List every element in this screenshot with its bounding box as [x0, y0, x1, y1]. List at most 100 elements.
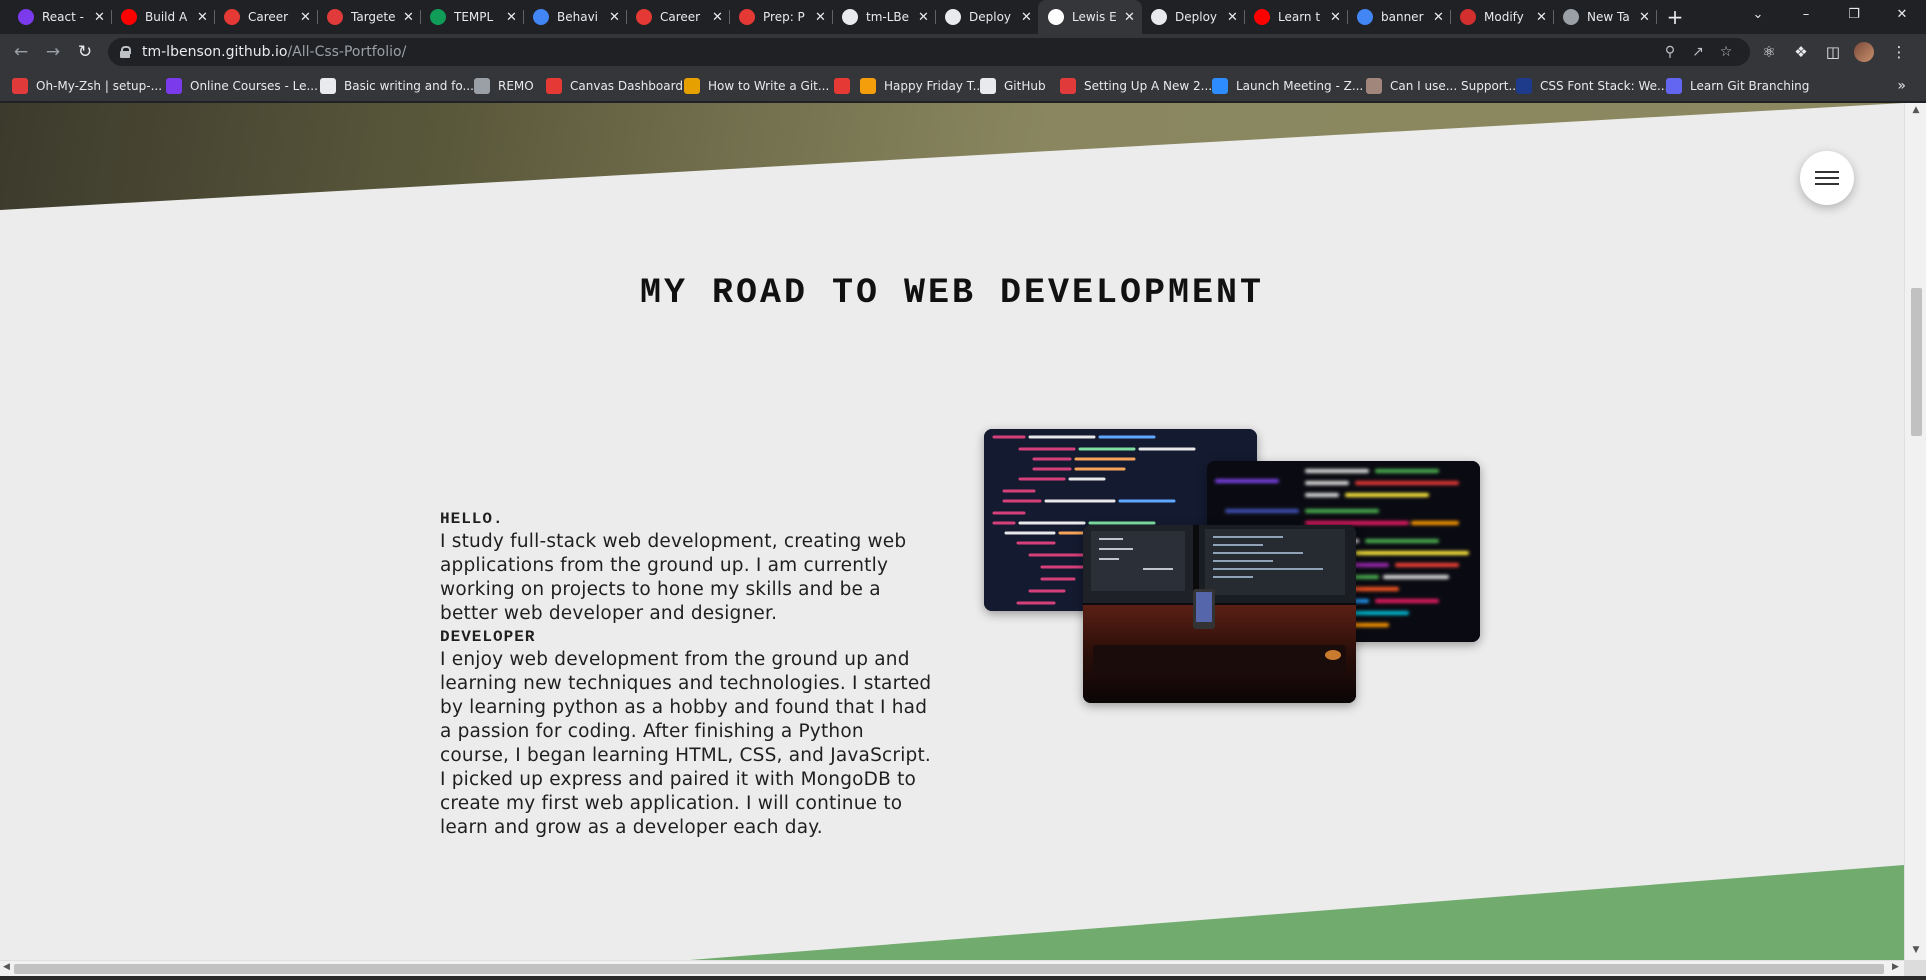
browser-toolbar: ← → ↻ tm-lbenson.github.io/All-Css-Portf…	[0, 34, 1926, 70]
bookmark-item[interactable]: REMO	[474, 70, 534, 102]
tab-close-icon[interactable]: ✕	[1433, 10, 1444, 25]
tab-close-icon[interactable]: ✕	[1227, 10, 1238, 25]
new-tab-button[interactable]: +	[1661, 3, 1689, 31]
tab-close-icon[interactable]: ✕	[1330, 10, 1341, 25]
tab-close-icon[interactable]: ✕	[300, 10, 311, 25]
browser-tab[interactable]: TEMPL ✕	[420, 0, 524, 34]
more-bookmarks-icon[interactable]: »	[1897, 70, 1906, 102]
reload-icon[interactable]: ↻	[72, 39, 98, 65]
browser-tab[interactable]: Behavi ✕	[523, 0, 627, 34]
browser-tab[interactable]: Targete ✕	[317, 0, 421, 34]
tab-close-icon[interactable]: ✕	[1639, 10, 1650, 25]
git-branching-icon	[1666, 78, 1682, 94]
chrome-menu-icon[interactable]: ⋮	[1886, 39, 1912, 65]
tab-label: Career	[660, 10, 701, 24]
bookmark-item[interactable]: Launch Meeting - Z...	[1212, 70, 1363, 102]
profile-avatar[interactable]	[1854, 42, 1874, 62]
browser-tab[interactable]: Learn t ✕	[1244, 0, 1348, 34]
tab-label: Learn t	[1278, 10, 1321, 24]
back-icon[interactable]: ←	[8, 39, 34, 65]
address-bar[interactable]: tm-lbenson.github.io/All-Css-Portfolio/ …	[108, 38, 1750, 66]
tab-label: Lewis E	[1072, 10, 1116, 24]
bookmark-item[interactable]: How to Write a Git...	[684, 70, 829, 102]
restore-icon[interactable]: ❐	[1830, 0, 1878, 34]
bookmark-label: Can I use... Support...	[1390, 79, 1520, 93]
browser-tab[interactable]: Career ✕	[626, 0, 730, 34]
bookmark-item[interactable]: Oh-My-Zsh | setup-...	[12, 70, 162, 102]
bookmark-item[interactable]: Happy Friday T...	[860, 70, 984, 102]
react-course-icon	[166, 78, 182, 94]
github-icon	[945, 9, 961, 25]
tab-close-icon[interactable]: ✕	[1021, 10, 1032, 25]
tab-label: Deploy	[1175, 10, 1218, 24]
tab-close-icon[interactable]: ✕	[506, 10, 517, 25]
developer-paragraph: I enjoy web development from the ground …	[440, 649, 932, 838]
bookmark-item[interactable]: Learn Git Branching	[1666, 70, 1809, 102]
bookmark-item[interactable]: Canvas Dashboard	[546, 70, 683, 102]
tab-label: React -	[42, 10, 84, 24]
bookmark-label: Happy Friday T...	[884, 79, 985, 93]
tab-close-icon[interactable]: ✕	[197, 10, 208, 25]
browser-tab[interactable]: New Ta ✕	[1553, 0, 1657, 34]
share-icon[interactable]: ↗	[1686, 38, 1710, 66]
scroll-right-arrow-icon[interactable]: ▶	[1892, 962, 1899, 972]
browser-tab[interactable]: Deploy ✕	[1141, 0, 1245, 34]
tab-close-icon[interactable]: ✕	[918, 10, 929, 25]
hamburger-menu-button[interactable]	[1800, 151, 1854, 205]
tab-close-icon[interactable]: ✕	[815, 10, 826, 25]
browser-tab[interactable]: Deploy ✕	[935, 0, 1039, 34]
bookmark-item[interactable]: Can I use... Support...	[1366, 70, 1520, 102]
bookmark-item[interactable]: CSS Font Stack: We...	[1516, 70, 1668, 102]
react-devtools-icon[interactable]: ⚛	[1756, 39, 1782, 65]
vertical-scroll-thumb[interactable]	[1911, 288, 1922, 436]
browser-tab[interactable]: Build A ✕	[111, 0, 215, 34]
browser-tab[interactable]: Career ✕	[214, 0, 318, 34]
browser-tab[interactable]: Lewis E ✕	[1038, 0, 1142, 34]
google-icon	[1357, 9, 1373, 25]
bookmark-label: REMO	[498, 79, 534, 93]
tab-close-icon[interactable]: ✕	[609, 10, 620, 25]
bookmark-item[interactable]: Setting Up A New 2...	[1060, 70, 1212, 102]
bookmark-item[interactable]	[834, 70, 858, 102]
bookmark-item[interactable]: Online Courses - Le...	[166, 70, 318, 102]
extensions-puzzle-icon[interactable]: ❖	[1788, 39, 1814, 65]
hello-label: HELLO.	[440, 510, 504, 528]
vertical-scrollbar[interactable]: ▲ ▼	[1904, 103, 1926, 960]
bookmark-label: Basic writing and fo...	[344, 79, 474, 93]
tab-search-icon[interactable]: ⌄	[1734, 0, 1782, 34]
horizontal-scrollbar[interactable]: ◀ ▶	[0, 960, 1904, 976]
browser-tab[interactable]: banner ✕	[1347, 0, 1451, 34]
tab-close-icon[interactable]: ✕	[94, 10, 105, 25]
zoom-icon[interactable]: ⚲	[1658, 38, 1682, 66]
browser-tab[interactable]: Modify ✕	[1450, 0, 1554, 34]
tab-label: banner	[1381, 10, 1424, 24]
tab-close-icon[interactable]: ✕	[1536, 10, 1547, 25]
scroll-down-arrow-icon[interactable]: ▼	[1905, 945, 1926, 955]
bookmark-item[interactable]: Basic writing and fo...	[320, 70, 474, 102]
scroll-left-arrow-icon[interactable]: ◀	[3, 962, 10, 972]
window-bottom-edge	[0, 976, 1926, 980]
browser-window: React - ✕ Build A ✕ Career ✕ Targete ✕ TEMPL ✕ Beh…	[0, 0, 1926, 980]
bookmark-label: How to Write a Git...	[708, 79, 830, 93]
scroll-up-arrow-icon[interactable]: ▲	[1905, 105, 1926, 115]
side-panel-icon[interactable]: ◫	[1820, 39, 1846, 65]
tab-close-icon[interactable]: ✕	[403, 10, 414, 25]
horizontal-scroll-thumb[interactable]	[14, 964, 1884, 974]
google-sheets-icon	[430, 9, 446, 25]
browser-tab[interactable]: Prep: P ✕	[729, 0, 833, 34]
tab-label: Career	[248, 10, 289, 24]
page-viewport: MY ROAD TO WEB DEVELOPMENT HELLO. I stud…	[0, 103, 1904, 960]
browser-tab[interactable]: React - ✕	[8, 0, 112, 34]
forward-icon[interactable]: →	[40, 39, 66, 65]
close-window-icon[interactable]: ✕	[1878, 0, 1926, 34]
tab-close-icon[interactable]: ✕	[712, 10, 723, 25]
google-docs-icon	[533, 9, 549, 25]
tab-close-icon[interactable]: ✕	[1124, 10, 1135, 25]
tab-label: Behavi	[557, 10, 599, 24]
minimize-icon[interactable]: –	[1782, 0, 1830, 34]
github-icon	[320, 78, 336, 94]
about-text-block: HELLO. I study full-stack web developmen…	[440, 508, 935, 840]
bookmark-star-icon[interactable]: ☆	[1714, 38, 1738, 66]
bookmark-item[interactable]: GitHub	[980, 70, 1046, 102]
browser-tab[interactable]: tm-LBe ✕	[832, 0, 936, 34]
